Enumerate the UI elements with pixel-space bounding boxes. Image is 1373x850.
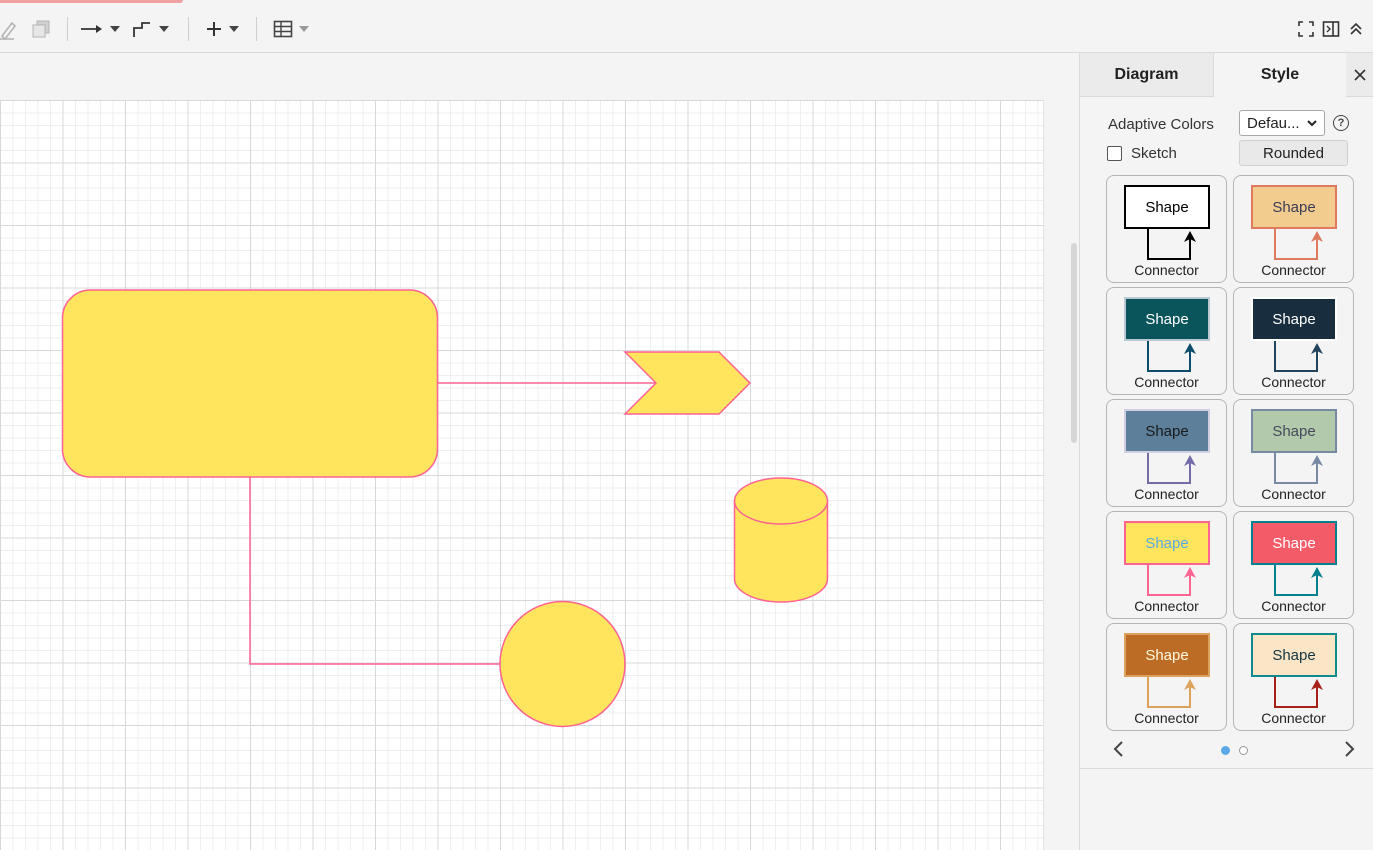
panel-tabs: Diagram Style [1080,53,1373,97]
adaptive-colors-select[interactable]: Defau... [1239,110,1325,136]
adaptive-colors-label: Adaptive Colors [1108,116,1214,133]
insert-plus-icon [207,22,221,36]
circle-shape[interactable] [499,600,626,728]
style-swatch[interactable]: Shape Connector [1106,623,1227,731]
style-swatch[interactable]: Shape Connector [1106,287,1227,395]
swatch-connector-label: Connector [1261,710,1326,726]
style-swatch[interactable]: Shape Connector [1233,623,1354,731]
swatch-connector-label: Connector [1261,486,1326,502]
toolbar [0,0,1373,53]
style-swatch[interactable]: Shape Connector [1233,511,1354,619]
format-panel: Diagram Style Adaptive Colors Defau... ?… [1079,53,1373,850]
swatch-connector-label: Connector [1134,262,1199,278]
adaptive-colors-value: Defau... [1247,114,1300,132]
close-icon [1354,68,1366,81]
style-swatch[interactable]: Shape Connector [1106,175,1227,283]
tab-style[interactable]: Style [1214,53,1346,97]
style-swatch[interactable]: Shape Connector [1233,287,1354,395]
swatch-connector-label: Connector [1134,710,1199,726]
style-swatch[interactable]: Shape Connector [1106,511,1227,619]
chevron-down-icon [110,26,120,32]
edit-icon[interactable] [0,16,18,42]
chevron-left-icon [1113,741,1123,757]
swatch-connector-label: Connector [1261,262,1326,278]
swatch-connector-label: Connector [1134,486,1199,502]
collapse-icon[interactable] [1348,16,1364,42]
swatch-pager [1080,739,1373,759]
toolbar-separator [256,17,257,41]
previous-page-button[interactable] [1109,739,1129,759]
chevron-down-icon [159,26,169,32]
style-swatch[interactable]: Shape Connector [1106,399,1227,507]
chevron-down-icon [299,26,309,32]
progress-indicator [0,0,183,3]
sketch-label: Sketch [1131,145,1177,162]
chevron-down-icon [1307,120,1317,127]
page-dot-1[interactable] [1221,746,1230,755]
insert-button[interactable] [205,16,239,42]
waypoint-style-button[interactable] [131,16,169,42]
sketch-checkbox[interactable] [1107,146,1122,161]
table-button[interactable] [273,16,309,42]
connector-rectangle-to-circle[interactable] [249,477,500,665]
style-swatch[interactable]: Shape Connector [1233,175,1354,283]
toolbar-separator [188,17,189,41]
next-page-button[interactable] [1339,739,1359,759]
cylinder-shape[interactable] [733,477,829,603]
swatch-connector-label: Connector [1261,374,1326,390]
table-icon [273,20,293,38]
chevron-down-icon [229,26,239,32]
swatch-connector-label: Connector [1261,598,1326,614]
tab-diagram[interactable]: Diagram [1080,53,1214,97]
panel-divider [1080,768,1373,769]
diagram [61,289,829,728]
duplicate-icon[interactable] [30,16,52,42]
connection-style-button[interactable] [80,16,120,42]
swatch-connector-label: Connector [1134,374,1199,390]
style-swatch[interactable]: Shape Connector [1233,399,1354,507]
toolbar-separator [67,17,68,41]
fullscreen-icon[interactable] [1297,16,1315,42]
rounded-rectangle-shape[interactable] [61,289,439,478]
swatch-connector-label: Connector [1134,598,1199,614]
close-panel-button[interactable] [1346,53,1373,97]
chevron-right-icon [1345,741,1355,757]
page-dot-2[interactable] [1239,746,1248,755]
connection-arrow-icon [81,25,102,33]
waypoint-icon [133,22,150,37]
rounded-button[interactable]: Rounded [1239,140,1348,166]
help-icon[interactable]: ? [1333,115,1349,131]
format-panel-icon[interactable] [1322,16,1340,42]
canvas-area[interactable] [0,53,1079,850]
